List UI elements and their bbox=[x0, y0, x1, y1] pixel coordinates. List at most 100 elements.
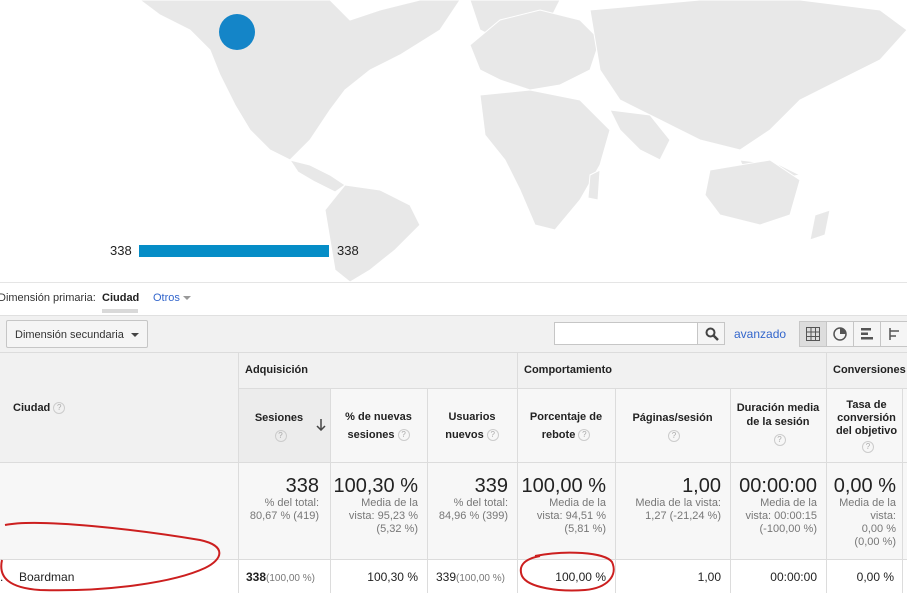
totals-new-users-l2: 84,96 % (399) bbox=[438, 510, 508, 522]
new-sessions-header-l2: sesiones bbox=[347, 429, 395, 441]
totals-sessions-l1: % del total: bbox=[264, 497, 319, 509]
legend-max: 338 bbox=[337, 243, 359, 258]
column-header-bounce-rate[interactable]: Porcentaje de rebote? bbox=[517, 389, 615, 463]
column-header-conversion-rate[interactable]: Tasa de conversión del objetivo ? bbox=[826, 389, 907, 463]
row-new-users-pct: (100,00 %) bbox=[456, 573, 505, 584]
totals-city-cell bbox=[0, 463, 238, 560]
otros-label: Otros bbox=[153, 292, 180, 304]
bar-view-button[interactable] bbox=[853, 321, 881, 347]
world-map bbox=[139, 0, 907, 282]
sessions-header-label: Sesiones bbox=[254, 412, 304, 424]
sort-descending-icon[interactable] bbox=[316, 419, 326, 431]
totals-duration: 00:00:00 Media de la vista: 00:00:15 (-1… bbox=[730, 463, 826, 560]
column-divider bbox=[238, 352, 239, 593]
city-link[interactable]: Boardman bbox=[19, 570, 74, 584]
totals-conv-l1: Media de la bbox=[839, 497, 896, 509]
bar-view-icon bbox=[861, 328, 873, 340]
chevron-down-icon bbox=[182, 296, 191, 301]
column-divider bbox=[427, 389, 428, 593]
row-pages: 1,00 bbox=[615, 560, 730, 593]
column-header-new-sessions[interactable]: % de nuevas sesiones? bbox=[330, 389, 427, 463]
totals-sessions: 338 % del total: 80,67 % (419) bbox=[238, 463, 330, 560]
column-header-sessions[interactable]: Sesiones ? bbox=[238, 389, 330, 463]
help-icon[interactable]: ? bbox=[773, 434, 786, 447]
legend-min: 338 bbox=[110, 243, 132, 258]
column-divider bbox=[517, 352, 518, 593]
pivot-view-icon bbox=[889, 328, 899, 340]
bounce-header-l1: Porcentaje de bbox=[529, 411, 603, 423]
totals-new-sessions-l2: vista: 95,23 % bbox=[348, 510, 418, 522]
help-icon[interactable]: ? bbox=[668, 430, 680, 443]
search-button[interactable] bbox=[697, 322, 725, 345]
pivot-view-button[interactable] bbox=[880, 321, 907, 347]
search-icon bbox=[705, 327, 719, 341]
geo-map: 338 338 bbox=[0, 0, 907, 282]
view-switcher bbox=[799, 321, 907, 347]
totals-new-users: 339 % del total: 84,96 % (399) bbox=[427, 463, 517, 560]
table-toolbar: Dimensión secundaria avanzado bbox=[0, 315, 907, 352]
row-new-users-value: 339 bbox=[436, 570, 457, 584]
row-duration: 00:00:00 bbox=[730, 560, 826, 593]
column-divider bbox=[330, 389, 331, 593]
advanced-search-link[interactable]: avanzado bbox=[734, 327, 786, 341]
row-bounce: 100,00 % bbox=[517, 560, 615, 593]
totals-bounce-l3: (5,81 %) bbox=[564, 523, 606, 535]
totals-bounce-l1: Media de la bbox=[549, 497, 606, 509]
row-new-users: 339(100,00 %) bbox=[427, 560, 517, 593]
row-sessions-value: 338 bbox=[246, 570, 267, 584]
help-icon[interactable]: ? bbox=[862, 441, 874, 454]
behavior-label: Comportamiento bbox=[524, 364, 612, 376]
totals-conv-l4: (0,00 %) bbox=[854, 536, 896, 548]
dimension-otros-dropdown[interactable]: Otros bbox=[153, 292, 191, 304]
totals-duration-l3: (-100,00 %) bbox=[759, 523, 817, 535]
totals-bounce: 100,00 % Media de la vista: 94,51 % (5,8… bbox=[517, 463, 615, 560]
pie-view-button[interactable] bbox=[826, 321, 854, 347]
table-view-button[interactable] bbox=[799, 321, 827, 347]
totals-new-sessions-l1: Media de la bbox=[361, 497, 418, 509]
help-icon[interactable]: ? bbox=[274, 430, 287, 443]
totals-new-sessions: 100,30 % Media de la vista: 95,23 % (5,3… bbox=[330, 463, 427, 560]
help-icon[interactable]: ? bbox=[397, 429, 410, 442]
row-new-sessions: 100,30 % bbox=[330, 560, 427, 593]
column-header-avg-duration[interactable]: Duración media de la sesión ? bbox=[730, 389, 826, 463]
pie-view-icon bbox=[833, 327, 847, 341]
dimension-ciudad-tab[interactable]: Ciudad bbox=[102, 292, 139, 304]
totals-new-sessions-l3: (5,32 %) bbox=[376, 523, 418, 535]
column-header-ciudad[interactable]: Ciudad? bbox=[0, 352, 238, 463]
secondary-dimension-label: Dimensión secundaria bbox=[15, 329, 124, 341]
column-divider bbox=[902, 389, 903, 593]
new-users-header-l1: Usuarios bbox=[448, 411, 496, 423]
city-bubble[interactable] bbox=[219, 14, 255, 50]
column-divider bbox=[615, 389, 616, 593]
totals-pages-value: 1,00 bbox=[682, 475, 721, 497]
totals-duration-l1: Media de la bbox=[760, 497, 817, 509]
duration-header-l1: Duración media bbox=[736, 402, 820, 414]
totals-sessions-l2: 80,67 % (419) bbox=[249, 510, 319, 522]
totals-sessions-value: 338 bbox=[285, 475, 319, 497]
row-conv: 0,00 % bbox=[826, 560, 907, 593]
totals-new-users-l1: % del total: bbox=[453, 497, 508, 509]
help-icon[interactable]: ? bbox=[486, 429, 499, 442]
column-divider bbox=[730, 389, 731, 593]
conv-header-l2: conversión bbox=[837, 412, 896, 424]
totals-duration-l2: vista: 00:00:15 bbox=[745, 510, 817, 522]
totals-new-users-value: 339 bbox=[474, 475, 508, 497]
table-row-city[interactable]: . Boardman bbox=[0, 560, 238, 593]
secondary-dimension-button[interactable]: Dimensión secundaria bbox=[6, 320, 148, 348]
conv-header-l3: del objetivo bbox=[835, 425, 898, 437]
totals-pages-l2: 1,27 (-21,24 %) bbox=[645, 510, 721, 522]
totals-conv-value: 0,00 % bbox=[833, 475, 896, 497]
row-sessions: 338(100,00 %) bbox=[238, 560, 330, 593]
group-header-behavior: Comportamiento bbox=[517, 352, 826, 389]
column-header-new-users[interactable]: Usuarios nuevos? bbox=[427, 389, 517, 463]
column-header-pages-session[interactable]: Páginas/sesión ? bbox=[615, 389, 730, 463]
help-icon[interactable]: ? bbox=[578, 429, 591, 442]
help-icon[interactable]: ? bbox=[53, 402, 66, 415]
totals-bounce-value: 100,00 % bbox=[521, 475, 606, 497]
conv-header-l1: Tasa de bbox=[846, 399, 887, 411]
group-header-conversions: Conversiones bbox=[826, 352, 907, 389]
column-divider bbox=[826, 352, 827, 593]
search-input[interactable] bbox=[554, 322, 698, 345]
bounce-header-l2: rebote bbox=[541, 429, 576, 441]
totals-bounce-l2: vista: 94,51 % bbox=[536, 510, 606, 522]
